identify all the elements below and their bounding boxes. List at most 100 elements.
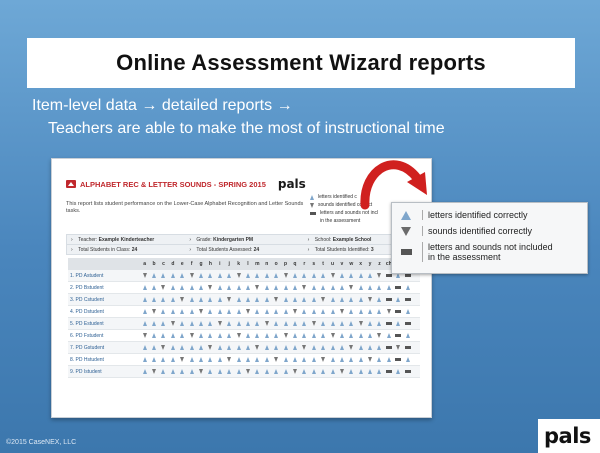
table-row: 7. PD Gstudent — [68, 342, 420, 354]
grid-cell — [384, 322, 393, 325]
legend-down-icon — [310, 202, 314, 208]
triangle-up-icon — [349, 357, 354, 362]
triangle-down-icon — [264, 321, 269, 326]
triangle-up-icon — [142, 345, 147, 350]
grid-cell — [178, 333, 187, 338]
triangle-up-icon — [161, 357, 166, 362]
triangle-down-icon — [302, 285, 307, 290]
triangle-up-icon — [321, 345, 326, 350]
triangle-up-icon — [292, 285, 297, 290]
triangle-up-icon — [405, 285, 410, 290]
grid-cell — [290, 285, 299, 290]
grid-cell — [309, 273, 318, 278]
triangle-up-icon — [283, 309, 288, 314]
triangle-up-icon — [152, 333, 157, 338]
triangle-up-icon — [311, 273, 316, 278]
triangle-up-icon — [396, 297, 401, 302]
triangle-up-icon — [321, 333, 326, 338]
grid-cell — [253, 357, 262, 362]
triangle-up-icon — [283, 285, 288, 290]
student-name[interactable]: 2. PD Bstudent — [68, 285, 140, 291]
student-name[interactable]: 6. PD Fstudent — [68, 333, 140, 339]
copyright-text: ©2015 CaseNEX, LLC — [6, 439, 77, 446]
student-name[interactable]: 8. PD Hstudent — [68, 357, 140, 363]
subtitle-line-2: Teachers are able to make the most of in… — [48, 120, 445, 137]
triangle-up-icon — [227, 321, 232, 326]
column-header: o — [274, 261, 278, 267]
triangle-up-icon — [199, 345, 204, 350]
grid-cell — [225, 321, 234, 326]
grid-cell — [356, 273, 365, 278]
report-pals-logo: pals — [277, 177, 306, 191]
rectangle-icon — [404, 322, 411, 325]
grid-cell — [243, 321, 252, 326]
table-row: 3. PD Cstudent — [68, 294, 420, 306]
grid-cell — [281, 345, 290, 350]
triangle-up-icon — [377, 297, 382, 302]
triangle-up-icon — [349, 309, 354, 314]
grid-cell — [168, 321, 177, 326]
grid-cell — [206, 333, 215, 338]
grid-cell — [149, 333, 158, 338]
grid-cell — [337, 273, 346, 278]
report-title: ALPHABET REC & LETTER SOUNDS - SPRING 20… — [80, 179, 266, 189]
triangle-down-icon — [170, 321, 175, 326]
grid-cell — [309, 297, 318, 302]
triangle-up-icon — [161, 333, 166, 338]
student-name[interactable]: 7. PD Gstudent — [68, 345, 140, 351]
grid-cell — [356, 345, 365, 350]
student-name[interactable]: 9. PD Istudent — [68, 369, 140, 375]
triangle-up-icon — [142, 285, 147, 290]
triangle-up-icon — [152, 345, 157, 350]
grid-cell — [300, 321, 309, 326]
student-name[interactable]: 5. PD Estudent — [68, 321, 140, 327]
student-name[interactable]: 3. PD Cstudent — [68, 297, 140, 303]
grid-cell — [262, 297, 271, 302]
triangle-up-icon — [217, 273, 222, 278]
grid-cell — [375, 345, 384, 350]
column-header: q — [293, 261, 297, 267]
column-header: w — [349, 261, 354, 267]
grid-cell — [290, 273, 299, 278]
triangle-up-icon — [208, 321, 213, 326]
triangle-down-icon — [321, 357, 326, 362]
grid-cell — [403, 322, 412, 325]
triangle-down-icon — [152, 369, 157, 374]
grid-cell — [215, 297, 224, 302]
column-header: g — [199, 261, 203, 267]
triangle-up-icon — [368, 369, 373, 374]
grid-cell — [234, 273, 243, 278]
triangle-up-icon — [292, 345, 297, 350]
student-name[interactable]: 4. PD Dstudent — [68, 309, 140, 315]
triangle-up-icon — [255, 321, 260, 326]
triangle-up-icon — [264, 345, 269, 350]
grid-cell — [271, 369, 280, 374]
triangle-up-icon — [199, 297, 204, 302]
grid-cell — [309, 321, 318, 326]
triangle-down-icon — [245, 369, 250, 374]
triangle-up-icon — [292, 357, 297, 362]
triangle-up-icon — [189, 321, 194, 326]
grid-cell — [318, 297, 327, 302]
triangle-up-icon — [236, 345, 241, 350]
triangle-up-icon — [180, 369, 185, 374]
grid-cell — [253, 273, 262, 278]
grid-cell — [196, 357, 205, 362]
student-name[interactable]: 1. PD Astudent — [68, 273, 140, 279]
grid-cell — [243, 333, 252, 338]
triangle-up-icon — [377, 285, 382, 290]
grid-cell — [215, 321, 224, 326]
triangle-up-icon — [358, 285, 363, 290]
report-description: This report lists student performance on… — [66, 201, 304, 214]
grid-cell — [159, 321, 168, 326]
grid-cell — [337, 309, 346, 314]
triangle-up-icon — [377, 309, 382, 314]
triangle-down-icon — [396, 345, 401, 350]
triangle-up-icon — [358, 333, 363, 338]
table-row: 5. PD Estudent — [68, 318, 420, 330]
grid-cell — [178, 273, 187, 278]
triangle-up-icon — [330, 297, 335, 302]
grid-cell — [328, 297, 337, 302]
triangle-up-icon — [255, 333, 260, 338]
triangle-down-icon — [189, 273, 194, 278]
